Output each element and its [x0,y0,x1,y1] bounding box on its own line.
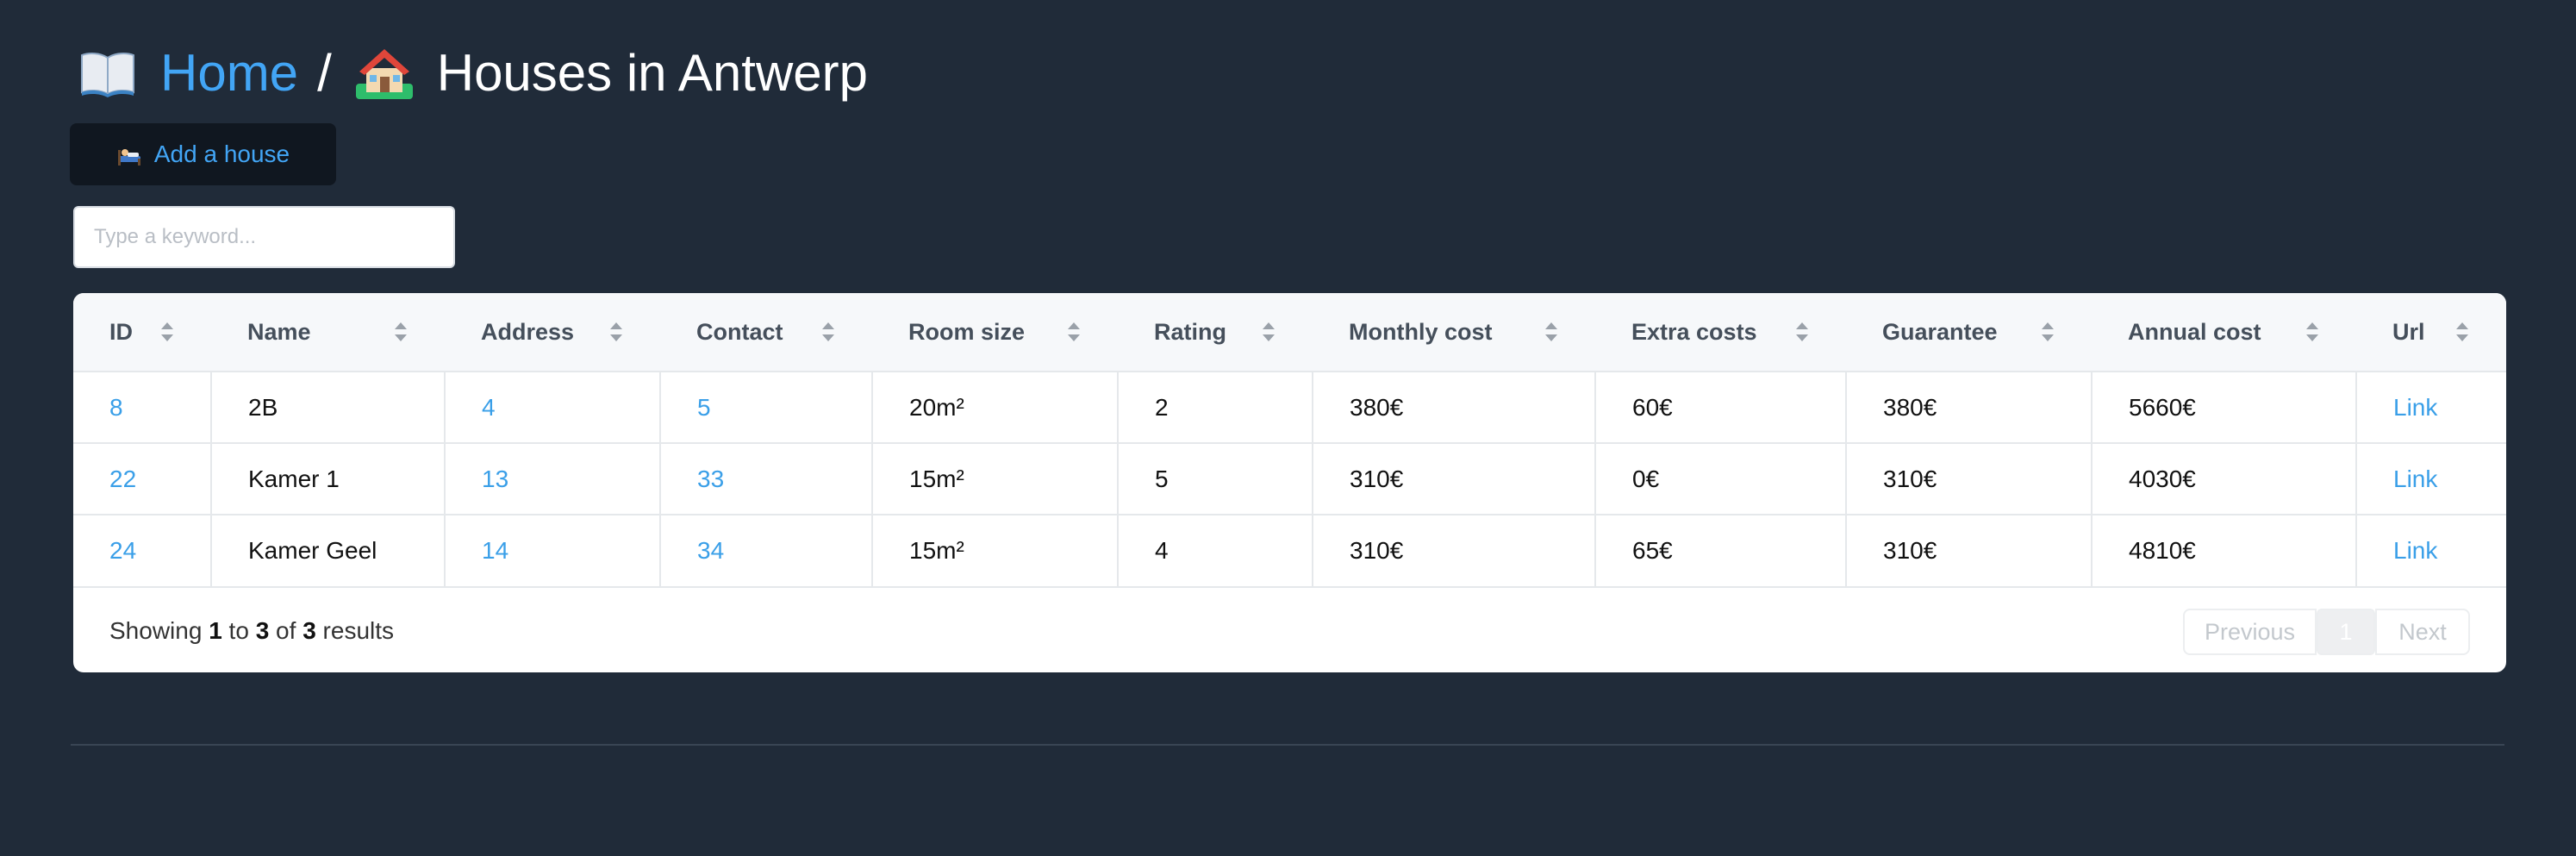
cell-name: Kamer Geel [211,515,446,586]
cell-room-size: 15m² [872,515,1119,586]
cell-rating: 5 [1118,443,1313,515]
divider [71,744,2504,746]
houses-table-card: ID Name Address Contact Room size Rating… [73,293,2506,672]
table-row: 22 Kamer 1 13 33 15m² 5 310€ 0€ 310€ 403… [73,443,2506,515]
column-header-label: Address [481,318,575,345]
cell-extra-costs: 0€ [1595,443,1847,515]
cell-monthly-cost: 310€ [1313,515,1596,586]
cell-id-link[interactable]: 8 [73,372,212,443]
cell-extra-costs: 65€ [1595,515,1847,586]
cell-contact-link[interactable]: 5 [660,372,873,443]
add-house-button[interactable]: Add a house [70,123,336,185]
cell-room-size: 15m² [872,443,1119,515]
cell-monthly-cost: 310€ [1313,443,1596,515]
search-input[interactable] [73,206,455,268]
column-header-label: Guarantee [1882,318,1998,345]
next-page-button[interactable]: Next [2375,609,2470,655]
cell-guarantee: 310€ [1846,515,2093,586]
column-header-label: Monthly cost [1349,318,1493,345]
cell-annual-cost: 4810€ [2092,515,2357,586]
column-header-label: Name [247,318,311,345]
results-total: 3 [303,617,316,644]
column-header-room-size[interactable]: Room size [872,293,1118,372]
column-header-label: ID [109,318,133,345]
houses-table: ID Name Address Contact Room size Rating… [73,293,2506,586]
sort-icon [1796,322,1808,341]
breadcrumb-separator: / [317,43,332,102]
sort-icon [822,322,834,341]
sort-icon [1545,322,1557,341]
cell-rating: 4 [1118,515,1313,586]
page-header: Home / Houses in Antwerp [78,38,868,107]
sort-icon [1068,322,1080,341]
cell-contact-link[interactable]: 33 [660,443,873,515]
column-header-extra-costs[interactable]: Extra costs [1595,293,1846,372]
sort-icon [2042,322,2054,341]
cell-id-link[interactable]: 22 [73,443,212,515]
sort-icon [1263,322,1275,341]
cell-url-link[interactable]: Link [2356,443,2506,515]
column-header-label: Rating [1154,318,1226,345]
page: Home / Houses in Antwerp Add a house Typ… [0,0,2576,856]
table-row: 24 Kamer Geel 14 34 15m² 4 310€ 65€ 310€… [73,515,2506,586]
cell-annual-cost: 5660€ [2092,372,2357,443]
column-header-label: Annual cost [2128,318,2261,345]
house-with-garden-icon [355,49,413,99]
cell-guarantee: 310€ [1846,443,2093,515]
column-header-id[interactable]: ID [73,293,211,372]
column-header-rating[interactable]: Rating [1118,293,1313,372]
sort-icon [610,322,622,341]
open-book-icon [81,53,134,97]
current-page-button[interactable]: 1 [2317,609,2375,655]
cell-room-size: 20m² [872,372,1119,443]
pagination: Previous 1 Next [2183,609,2470,655]
cell-url-link[interactable]: Link [2356,515,2506,586]
results-summary: Showing 1 to 3 of 3 results [109,617,394,645]
column-header-monthly-cost[interactable]: Monthly cost [1313,293,1595,372]
column-header-label: Contact [696,318,783,345]
cell-address-link[interactable]: 4 [445,372,661,443]
range-from: 1 [209,617,222,644]
column-header-label: Url [2392,318,2425,345]
results-word: results [322,617,395,644]
column-header-url[interactable]: Url [2356,293,2506,372]
column-header-guarantee[interactable]: Guarantee [1846,293,2092,372]
sort-icon [161,322,173,341]
column-header-label: Extra costs [1631,318,1757,345]
previous-page-button[interactable]: Previous [2183,609,2317,655]
cell-contact-link[interactable]: 34 [660,515,873,586]
range-to: 3 [255,617,270,644]
cell-annual-cost: 4030€ [2092,443,2357,515]
sort-icon [2456,322,2468,341]
cell-url-link[interactable]: Link [2356,372,2506,443]
table-footer: Showing 1 to 3 of 3 results Previous 1 N… [73,586,2506,672]
column-header-address[interactable]: Address [445,293,660,372]
cell-id-link[interactable]: 24 [73,515,212,586]
column-header-annual-cost[interactable]: Annual cost [2092,293,2356,372]
showing-prefix: Showing [109,617,203,644]
column-header-name[interactable]: Name [211,293,445,372]
add-house-label: Add a house [153,141,290,167]
cell-rating: 2 [1118,372,1313,443]
cell-guarantee: 380€ [1846,372,2093,443]
breadcrumb-home-link[interactable]: Home [160,43,298,103]
column-header-label: Room size [908,318,1026,345]
of-word: of [276,617,296,644]
sort-icon [2306,322,2318,341]
cell-address-link[interactable]: 14 [445,515,661,586]
cell-extra-costs: 60€ [1595,372,1847,443]
table-header-row: ID Name Address Contact Room size Rating… [73,293,2506,372]
table-row: 8 2B 4 5 20m² 2 380€ 60€ 380€ 5660€ Link [73,372,2506,443]
column-header-contact[interactable]: Contact [660,293,872,372]
to-word: to [228,617,249,644]
cell-name: Kamer 1 [211,443,446,515]
cell-monthly-cost: 380€ [1313,372,1596,443]
sort-icon [395,322,407,341]
person-in-bed-icon [117,149,140,166]
cell-name: 2B [211,372,446,443]
page-title: Houses in Antwerp [436,43,869,102]
cell-address-link[interactable]: 13 [445,443,661,515]
